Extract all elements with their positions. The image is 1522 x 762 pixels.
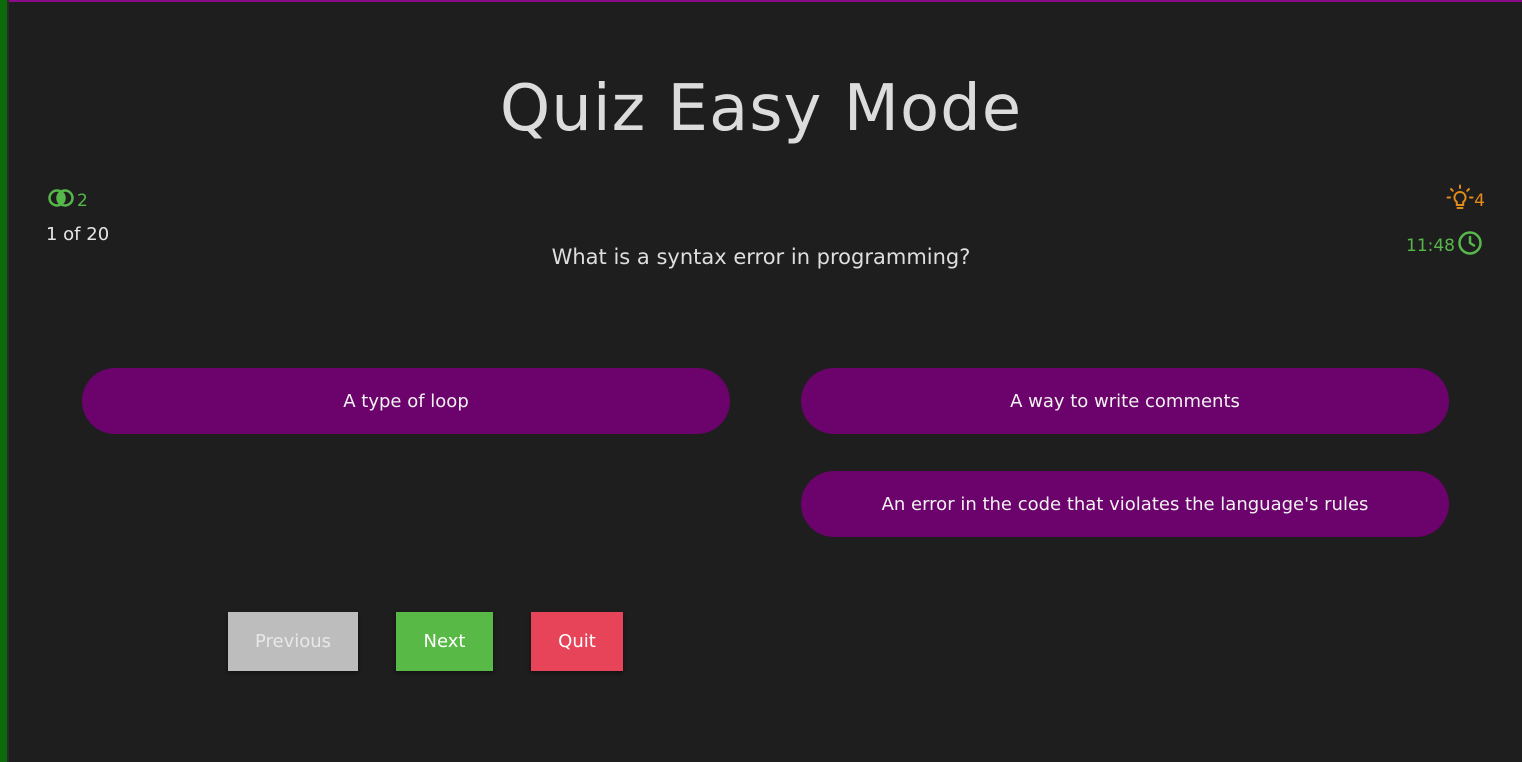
answer-option-1[interactable]: A type of loop xyxy=(82,368,730,434)
page-title: Quiz Easy Mode xyxy=(499,72,1023,146)
next-button[interactable]: Next xyxy=(396,612,493,671)
top-border xyxy=(0,0,1522,2)
previous-button[interactable]: Previous xyxy=(228,612,358,671)
question-progress: 1 of 20 xyxy=(46,224,110,245)
question-text: What is a syntax error in programming? xyxy=(551,245,971,269)
lightbulb-icon xyxy=(1446,184,1474,217)
fifty-fifty-icon xyxy=(48,188,77,213)
hints-count: 4 xyxy=(1474,190,1485,211)
answer-option-2[interactable]: A way to write comments xyxy=(801,368,1449,434)
quit-button[interactable]: Quit xyxy=(531,612,623,671)
answer-option-3[interactable]: An error in the code that violates the l… xyxy=(801,471,1449,537)
lifelines-count: 2 xyxy=(77,190,88,211)
lifelines-counter[interactable]: 2 xyxy=(48,188,88,213)
hints-counter[interactable]: 4 xyxy=(1446,184,1485,217)
